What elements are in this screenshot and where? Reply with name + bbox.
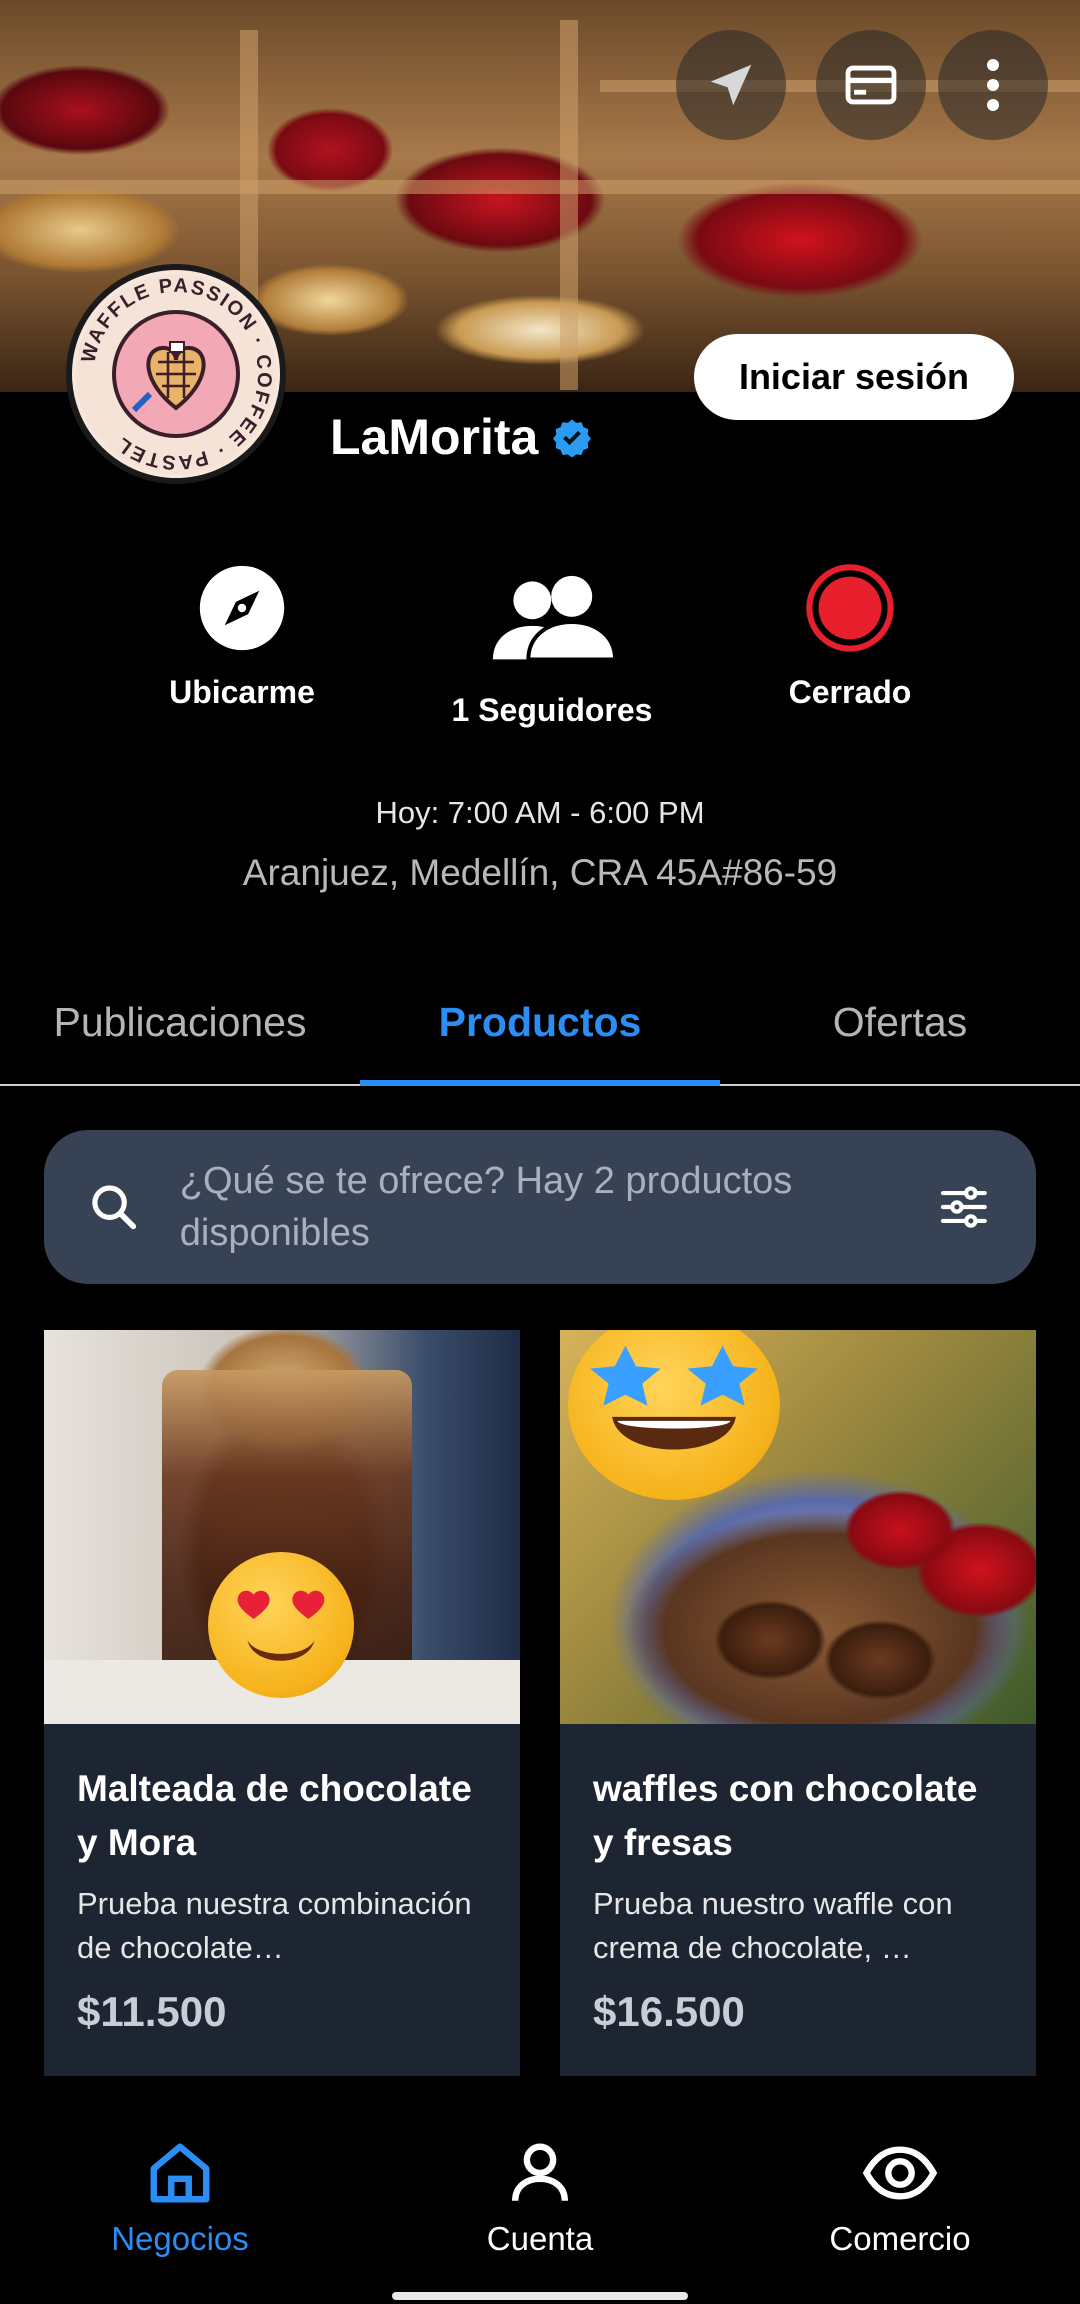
search-input[interactable]: ¿Qué se te ofrece? Hay 2 productos dispo…: [180, 1155, 937, 1259]
address: Aranjuez, Medellín, CRA 45A#86-59: [242, 852, 838, 893]
product-title: Malteada de chocolate y Mora: [77, 1768, 472, 1863]
locate-me-label: Ubicarme: [169, 674, 315, 710]
home-indicator: [392, 2292, 688, 2300]
heart-eyes-emoji-icon: [208, 1552, 354, 1698]
nav-negocios-label: Negocios: [111, 2220, 249, 2257]
share-button[interactable]: [676, 30, 786, 140]
nav-negocios[interactable]: Negocios: [0, 2110, 360, 2304]
status-label: Cerrado: [788, 674, 912, 710]
product-description: Prueba nuestra combinación de chocolate…: [77, 1886, 472, 1965]
product-title: waffles con chocolate y fresas: [593, 1768, 978, 1863]
star-struck-emoji-icon: [568, 1330, 780, 1500]
compass-icon: [199, 565, 285, 651]
nav-comercio[interactable]: Comercio: [720, 2110, 1080, 2304]
product-price: $11.500: [77, 1988, 227, 2035]
card-button[interactable]: [816, 30, 926, 140]
product-description: Prueba nuestro waffle con crema de choco…: [593, 1886, 953, 1965]
business-name-label: LaMorita: [330, 409, 539, 465]
opening-hours: Hoy: 7:00 AM - 6:00 PM: [375, 795, 705, 830]
product-card[interactable]: waffles con chocolate y fresas Prueba nu…: [560, 1330, 1036, 2076]
nav-comercio-label: Comercio: [829, 2220, 971, 2257]
search-icon: [92, 1185, 137, 1230]
more-vertical-icon: [987, 59, 999, 111]
send-icon: [710, 64, 752, 106]
bottom-navigation: Negocios Cuenta Comercio: [0, 2110, 1080, 2304]
account-icon: [512, 2143, 568, 2201]
card-icon: [845, 65, 897, 105]
tab-publicaciones[interactable]: Publicaciones: [0, 960, 360, 1084]
product-card[interactable]: Malteada de chocolate y Mora Prueba nues…: [44, 1330, 520, 2076]
nav-cuenta-label: Cuenta: [486, 2220, 594, 2257]
tab-productos[interactable]: Productos: [360, 960, 720, 1086]
product-image: [44, 1330, 520, 1724]
status-indicator: Cerrado: [730, 562, 970, 711]
tab-bar: Publicaciones Productos Ofertas: [0, 960, 1080, 1086]
home-icon: [150, 2143, 210, 2203]
followers-button[interactable]: 1 Seguidores: [432, 572, 672, 729]
business-logo: WAFFLE PASSION · COFFEE · PASTEL: [66, 264, 286, 484]
verified-badge-icon: [553, 419, 592, 457]
filter-icon[interactable]: [936, 1179, 992, 1235]
nav-cuenta[interactable]: Cuenta: [360, 2110, 720, 2304]
closed-status-icon: [806, 564, 894, 652]
search-bar[interactable]: ¿Qué se te ofrece? Hay 2 productos dispo…: [44, 1130, 1036, 1284]
product-price: $16.500: [593, 1988, 745, 2035]
users-icon: [492, 575, 618, 662]
tab-ofertas[interactable]: Ofertas: [720, 960, 1080, 1084]
followers-label: 1 Seguidores: [451, 692, 653, 728]
eye-icon: [862, 2146, 938, 2200]
login-button[interactable]: Iniciar sesión: [694, 334, 1014, 420]
locate-me-button[interactable]: Ubicarme: [122, 562, 362, 711]
product-image: [560, 1330, 1036, 1724]
business-name: LaMorita: [330, 408, 592, 466]
more-options-button[interactable]: [938, 30, 1048, 140]
